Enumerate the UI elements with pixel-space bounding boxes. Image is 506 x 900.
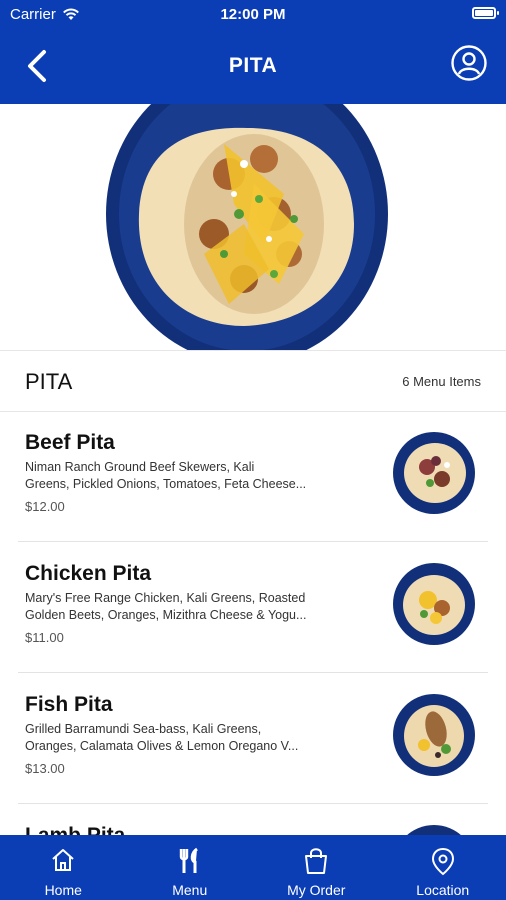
menu-item-price: $12.00 <box>25 499 65 514</box>
category-name: PITA <box>25 369 73 394</box>
status-bar: Carrier 12:00 PM <box>0 0 506 28</box>
menu-item-description: Grilled Barramundi Sea-bass, Kali Greens… <box>25 722 299 753</box>
home-icon <box>52 849 74 871</box>
tab-location[interactable]: Location <box>380 835 506 900</box>
menu-item-description: Mary's Free Range Chicken, Kali Greens, … <box>25 591 307 622</box>
fork-knife-icon <box>179 847 198 873</box>
fish-pita-thumbnail <box>393 694 475 776</box>
menu-item-price: $13.00 <box>25 761 65 776</box>
shopping-bag-icon <box>305 848 328 874</box>
tab-label: Menu <box>172 882 208 898</box>
status-time: 12:00 PM <box>220 6 286 23</box>
location-pin-icon <box>431 847 454 876</box>
top-bar: Carrier 12:00 PM PITA <box>0 0 506 104</box>
menu-item-chicken-pita[interactable]: Chicken Pita Mary's Free Range Chicken, … <box>0 542 506 673</box>
page-title: PITA <box>228 54 278 77</box>
chicken-pita-thumbnail <box>393 563 475 645</box>
menu-item-list[interactable]: Beef Pita Niman Ranch Ground Beef Skewer… <box>0 411 506 835</box>
pita-plate-image <box>106 104 388 350</box>
tab-home[interactable]: Home <box>0 835 127 900</box>
menu-item-description: Niman Ranch Ground Beef Skewers, Kali Gre… <box>25 460 307 491</box>
battery-icon <box>472 7 499 19</box>
profile-icon[interactable] <box>450 44 488 82</box>
tab-menu[interactable]: Menu <box>127 835 254 900</box>
menu-item-name: Fish Pita <box>25 693 113 716</box>
menu-item-fish-pita[interactable]: Fish Pita Grilled Barramundi Sea-bass, K… <box>0 673 506 804</box>
nav-bar: PITA <box>0 28 506 104</box>
tab-label: Home <box>44 882 82 898</box>
tab-label: Location <box>416 882 470 898</box>
beef-pita-thumbnail <box>393 432 475 514</box>
category-hero-image <box>0 104 506 350</box>
tab-my-order[interactable]: My Order <box>253 835 380 900</box>
menu-item-name: Beef Pita <box>25 431 115 454</box>
menu-item-price: $11.00 <box>25 630 64 645</box>
menu-item-name: Lamb Pita <box>25 824 125 835</box>
bottom-tab-bar: Home Menu My Order Location <box>0 835 506 900</box>
menu-item-count: 6 Menu Items <box>402 374 481 389</box>
menu-item-beef-pita[interactable]: Beef Pita Niman Ranch Ground Beef Skewer… <box>0 411 506 542</box>
menu-item-lamb-pita[interactable]: Lamb Pita <box>0 804 506 835</box>
tab-label: My Order <box>287 882 346 898</box>
menu-item-name: Chicken Pita <box>25 562 152 585</box>
lamb-pita-thumbnail <box>407 825 461 835</box>
category-header: PITA 6 Menu Items <box>0 350 506 412</box>
